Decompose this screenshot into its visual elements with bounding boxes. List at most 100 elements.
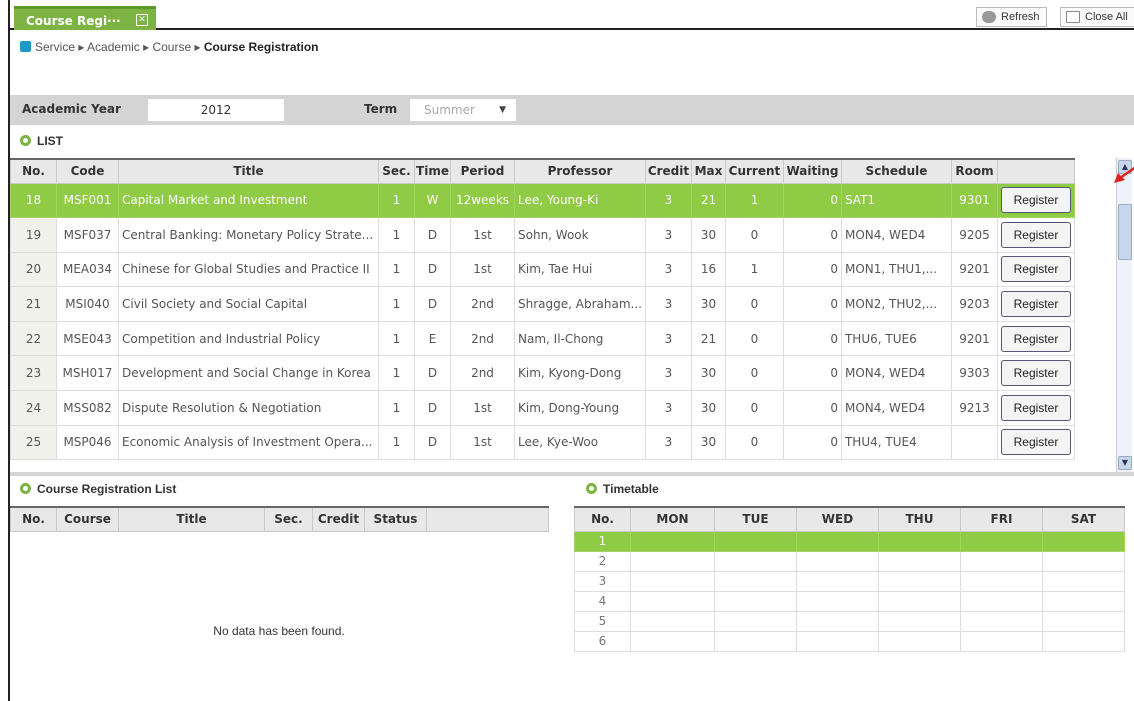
col-schedule[interactable]: Schedule [840,158,952,184]
reg-col-title[interactable]: Title [118,506,265,532]
cell-no: 23 [10,355,57,392]
reg-col-sec[interactable]: Sec. [264,506,313,532]
timetable-slot [796,590,879,612]
table-row[interactable]: 19 MSF037 Central Banking: Monetary Policy… [10,217,1075,253]
cell-code: MSP046 [56,424,119,461]
close-icon[interactable]: ✕ [136,14,148,26]
register-button[interactable]: Register [1000,394,1071,421]
timetable-section-header: Timetable [586,482,659,496]
col-credit[interactable]: Credit [644,158,692,184]
register-button[interactable]: Register [1000,360,1071,387]
register-button[interactable]: Register [1000,256,1071,283]
course-table-scrollbar[interactable]: ▲ ▼ [1116,158,1132,472]
cell-sec: 1 [378,251,415,288]
cell-period: 1st [450,251,515,288]
table-row[interactable]: 24 MSS082 Dispute Resolution & Negotiation… [10,390,1075,426]
timetable-slot [960,630,1043,652]
col-time[interactable]: Time [414,158,451,184]
register-button[interactable]: Register [1000,429,1071,456]
timetable-slot [630,570,715,592]
register-button[interactable]: Register [1000,325,1071,352]
cell-waiting: 0 [782,251,842,288]
col-room[interactable]: Room [950,158,998,184]
col-sec[interactable]: Sec. [378,158,415,184]
cell-title: Civil Society and Social Capital [118,286,379,322]
cell-schedule: MON4, WED4 [840,390,952,426]
cell-period: 1st [450,217,515,253]
register-button[interactable]: Register [1000,221,1071,248]
table-row[interactable]: 25 MSP046 Economic Analysis of Investment … [10,424,1075,461]
timetable-row: 3 [574,570,1125,592]
col-professor[interactable]: Professor [514,158,646,184]
timetable-slot [878,570,961,592]
register-button[interactable]: Register [1000,291,1071,318]
register-button[interactable]: Register [1000,187,1071,214]
reg-col-no[interactable]: No. [10,506,57,532]
cell-time: D [414,217,451,253]
cell-code: MSF001 [56,182,119,219]
registration-table: No. Course Title Sec. Credit Status [10,506,549,532]
col-no[interactable]: No. [10,158,57,184]
col-current[interactable]: Current [724,158,784,184]
cell-action: Register [996,286,1075,322]
tt-col-fri: FRI [960,506,1043,532]
timetable-row: 1 [574,530,1125,552]
col-title[interactable]: Title [118,158,379,184]
windows-icon [1066,11,1080,23]
cell-waiting: 0 [782,320,842,357]
timetable-period: 5 [574,610,631,632]
table-row[interactable]: 21 MSI040 Civil Society and Social Capital… [10,286,1075,322]
reg-col-status[interactable]: Status [364,506,427,532]
reg-col-course[interactable]: Course [56,506,119,532]
term-label: Term [364,102,398,116]
cell-credit: 3 [644,286,692,322]
cell-title: Central Banking: Monetary Policy Strate.… [118,217,379,253]
breadcrumb-item[interactable]: Service [35,40,75,54]
tab-course-registration[interactable]: Course Regi··· ✕ [14,6,156,30]
table-row[interactable]: 22 MSE043 Competition and Industrial Polic… [10,320,1075,357]
timetable-row: 5 [574,610,1125,632]
breadcrumb-item[interactable]: Academic [87,40,140,54]
tt-col-no: No. [574,506,631,532]
academic-year-field[interactable]: 2012 [148,99,284,121]
col-max[interactable]: Max [690,158,726,184]
col-period[interactable]: Period [450,158,515,184]
timetable-slot [960,590,1043,612]
table-row[interactable]: 23 MSH017 Development and Social Change in… [10,355,1075,392]
academic-year-label: Academic Year [22,102,121,116]
table-row[interactable]: 20 MEA034 Chinese for Global Studies and P… [10,251,1075,288]
timetable-slot [1042,630,1125,652]
cell-time: D [414,286,451,322]
refresh-button[interactable]: Refresh [976,7,1047,27]
col-waiting[interactable]: Waiting [782,158,842,184]
close-all-button[interactable]: Close All [1060,7,1134,27]
scroll-down-icon[interactable]: ▼ [1118,456,1132,470]
cell-credit: 3 [644,320,692,357]
page-title: Course Registration [203,40,319,54]
cell-code: MSF037 [56,217,119,253]
cell-period: 1st [450,424,515,461]
timetable-slot [878,590,961,612]
term-select[interactable]: Summer ▼ [410,99,516,121]
timetable-slot [630,530,715,552]
breadcrumb-item[interactable]: Course [152,40,191,54]
timetable-slot [1042,590,1125,612]
cell-title: Economic Analysis of Investment Opera... [118,424,379,461]
scroll-thumb[interactable] [1118,204,1132,260]
timetable-slot [796,530,879,552]
col-code[interactable]: Code [56,158,119,184]
cell-schedule: THU4, TUE4 [840,424,952,461]
cell-waiting: 0 [782,424,842,461]
table-row[interactable]: 18 MSF001 Capital Market and Investment 1 W 1… [10,182,1075,219]
cell-waiting: 0 [782,286,842,322]
cell-title: Capital Market and Investment [118,182,379,219]
timetable-slot [878,630,961,652]
cell-period: 12weeks [450,182,515,219]
cell-time: E [414,320,451,357]
refresh-icon [982,11,996,23]
close-all-label: Close All [1085,11,1128,23]
cell-room: 9301 [950,182,998,219]
cell-waiting: 0 [782,217,842,253]
reg-col-credit[interactable]: Credit [312,506,365,532]
cell-schedule: THU6, TUE6 [840,320,952,357]
